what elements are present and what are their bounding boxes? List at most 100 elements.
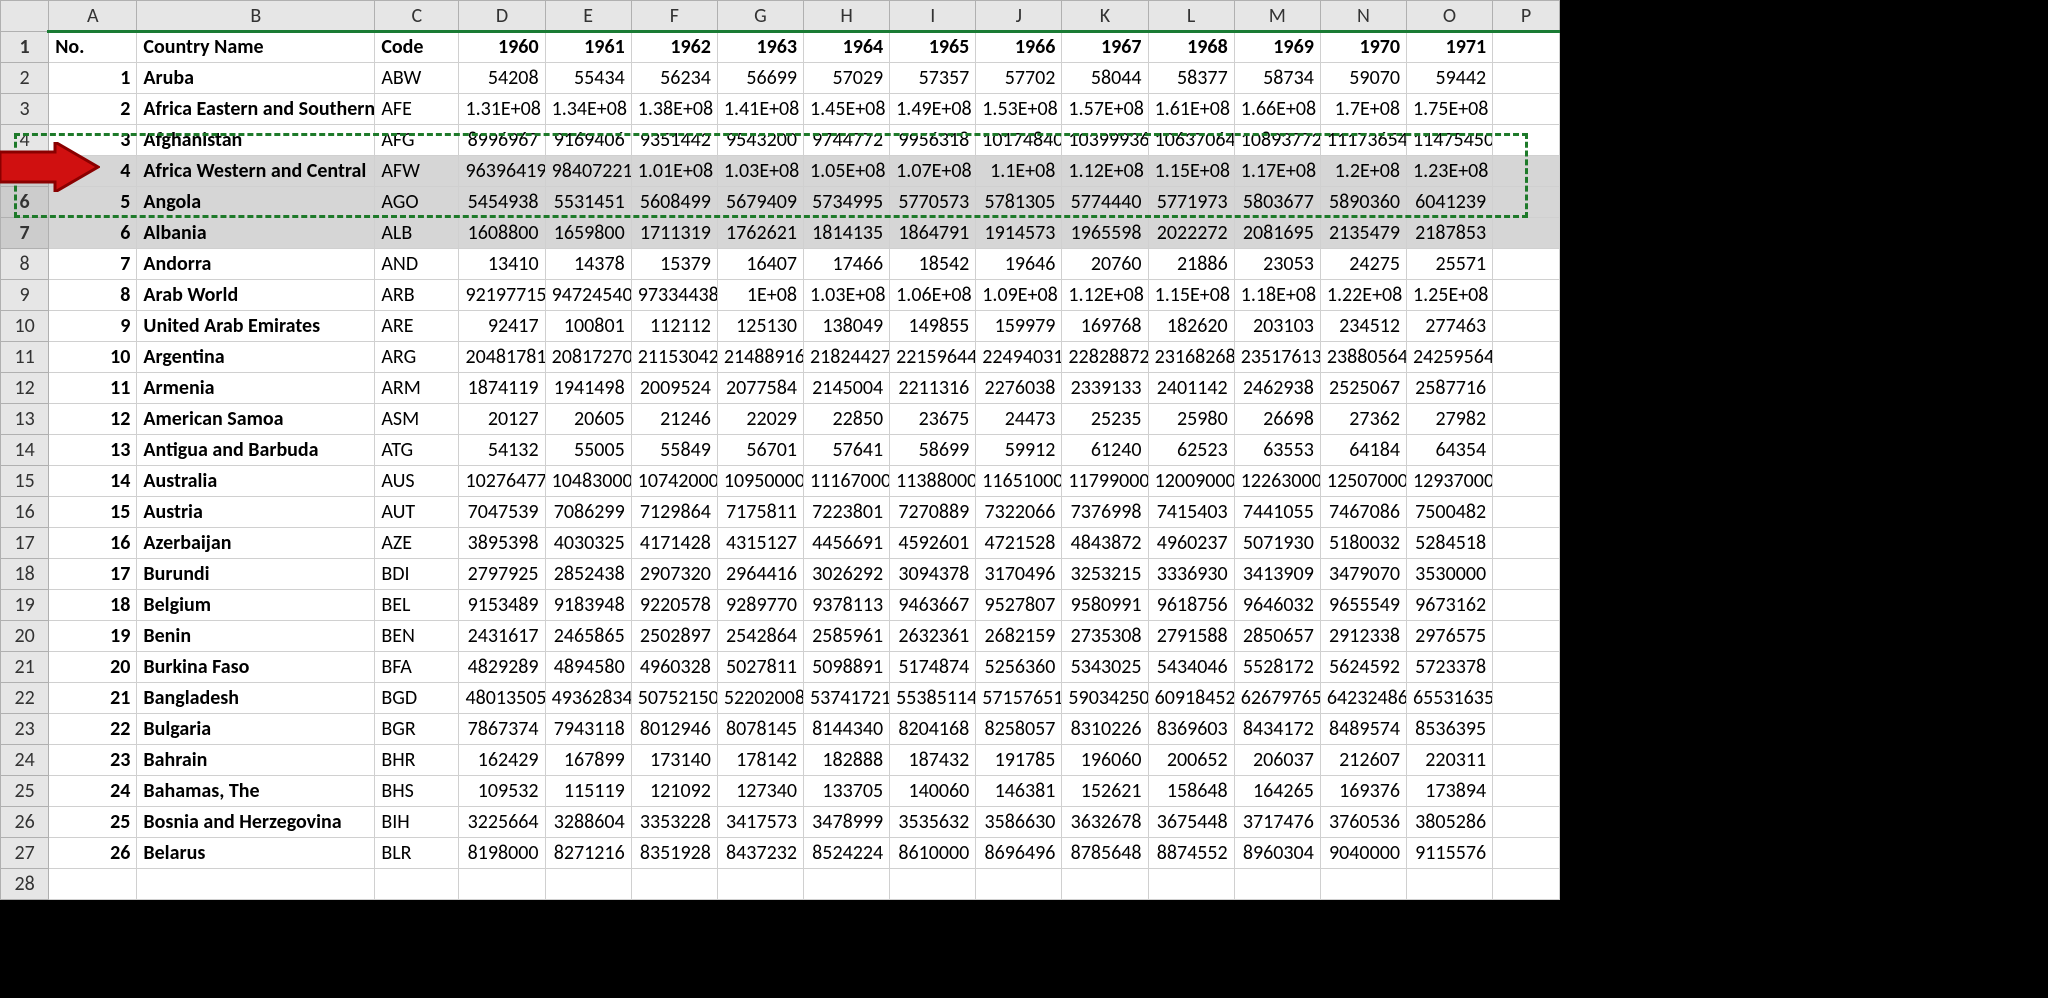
cell[interactable]: 5180032	[1320, 528, 1406, 559]
table-row[interactable]: 76AlbaniaALB1608800165980017113191762621…	[1, 218, 1560, 249]
cell[interactable]: 2145004	[804, 373, 890, 404]
cell[interactable]: 25980	[1148, 404, 1234, 435]
row-header[interactable]: 23	[1, 714, 49, 745]
cell[interactable]: 1.38E+08	[631, 94, 717, 125]
cell[interactable]: 2502897	[631, 621, 717, 652]
cell[interactable]: ASM	[375, 404, 459, 435]
cell[interactable]: 1.45E+08	[804, 94, 890, 125]
row-header[interactable]: 11	[1, 342, 49, 373]
cell[interactable]: 2339133	[1062, 373, 1148, 404]
cell[interactable]: 11388000	[890, 466, 976, 497]
cell[interactable]: BGD	[375, 683, 459, 714]
cell[interactable]: 1963	[717, 32, 803, 63]
cell[interactable]: Antigua and Barbuda	[137, 435, 375, 466]
column-header-B[interactable]: B	[137, 1, 375, 32]
cell[interactable]	[1493, 745, 1560, 776]
cell[interactable]: 2735308	[1062, 621, 1148, 652]
cell[interactable]	[1493, 466, 1560, 497]
cell[interactable]: BHS	[375, 776, 459, 807]
cell[interactable]: 1.1E+08	[976, 156, 1062, 187]
row-header[interactable]: 16	[1, 497, 49, 528]
cell[interactable]: 9527807	[976, 590, 1062, 621]
cell[interactable]: 3253215	[1062, 559, 1148, 590]
cell[interactable]: 58699	[890, 435, 976, 466]
cell[interactable]: 8960304	[1234, 838, 1320, 869]
cell[interactable]: 206037	[1234, 745, 1320, 776]
cell[interactable]: 20127	[459, 404, 545, 435]
cell[interactable]: 4030325	[545, 528, 631, 559]
cell[interactable]: 1814135	[804, 218, 890, 249]
column-header-O[interactable]: O	[1406, 1, 1492, 32]
cell[interactable]: 1.03E+08	[717, 156, 803, 187]
row-header[interactable]: 3	[1, 94, 49, 125]
cell[interactable]: 22828872	[1062, 342, 1148, 373]
cell[interactable]	[1493, 280, 1560, 311]
cell[interactable]: BEN	[375, 621, 459, 652]
cell[interactable]: 57157651	[976, 683, 1062, 714]
column-header-N[interactable]: N	[1320, 1, 1406, 32]
cell[interactable]: 22159644	[890, 342, 976, 373]
cell[interactable]: Burundi	[137, 559, 375, 590]
cell[interactable]: 1969	[1234, 32, 1320, 63]
cell[interactable]: Bahrain	[137, 745, 375, 776]
cell[interactable]: 23880564	[1320, 342, 1406, 373]
cell[interactable]: 4721528	[976, 528, 1062, 559]
cell[interactable]: AGO	[375, 187, 459, 218]
table-row[interactable]: 1918BelgiumBEL91534899183948922057892897…	[1, 590, 1560, 621]
cell[interactable]: 59070	[1320, 63, 1406, 94]
cell[interactable]: 25571	[1406, 249, 1492, 280]
cell[interactable]: 16407	[717, 249, 803, 280]
row-header[interactable]: 20	[1, 621, 49, 652]
cell[interactable]: 1.25E+08	[1406, 280, 1492, 311]
cell[interactable]: 10399936	[1062, 125, 1148, 156]
cell[interactable]	[1320, 869, 1406, 900]
cell[interactable]: Aruba	[137, 63, 375, 94]
cell[interactable]: 8198000	[459, 838, 545, 869]
cell[interactable]: 7500482	[1406, 497, 1492, 528]
cell[interactable]: 23168268	[1148, 342, 1234, 373]
cell[interactable]: 2009524	[631, 373, 717, 404]
row-header[interactable]: 14	[1, 435, 49, 466]
cell[interactable]: AFW	[375, 156, 459, 187]
cell[interactable]: Bahamas, The	[137, 776, 375, 807]
cell[interactable]: 112112	[631, 311, 717, 342]
cell[interactable]: 8078145	[717, 714, 803, 745]
cell[interactable]: 26698	[1234, 404, 1320, 435]
cell[interactable]: 48013505	[459, 683, 545, 714]
cell[interactable]: Belgium	[137, 590, 375, 621]
cell[interactable]: 50752150	[631, 683, 717, 714]
cell[interactable]: 10742000	[631, 466, 717, 497]
column-header-D[interactable]: D	[459, 1, 545, 32]
cell[interactable]	[49, 869, 137, 900]
cell[interactable]: 11475450	[1406, 125, 1492, 156]
cell[interactable]: 2465865	[545, 621, 631, 652]
cell[interactable]: 9	[49, 311, 137, 342]
cell[interactable]: 24	[49, 776, 137, 807]
cell[interactable]: 1.31E+08	[459, 94, 545, 125]
column-header-A[interactable]: A	[49, 1, 137, 32]
cell[interactable]: 56234	[631, 63, 717, 94]
cell[interactable]: 5343025	[1062, 652, 1148, 683]
cell[interactable]: 7175811	[717, 497, 803, 528]
cell[interactable]: 10950000	[717, 466, 803, 497]
cell[interactable]: 1.34E+08	[545, 94, 631, 125]
cell[interactable]: 1.18E+08	[1234, 280, 1320, 311]
cell[interactable]: 3805286	[1406, 807, 1492, 838]
cell[interactable]	[1493, 652, 1560, 683]
cell[interactable]: 27982	[1406, 404, 1492, 435]
cell[interactable]: 5723378	[1406, 652, 1492, 683]
cell[interactable]: 1941498	[545, 373, 631, 404]
cell[interactable]: 8	[49, 280, 137, 311]
cell[interactable]	[1493, 559, 1560, 590]
row-header[interactable]: 15	[1, 466, 49, 497]
cell[interactable]: 5890360	[1320, 187, 1406, 218]
cell[interactable]: 3170496	[976, 559, 1062, 590]
cell[interactable]: 115119	[545, 776, 631, 807]
cell[interactable]: 97334438	[631, 280, 717, 311]
cell[interactable]: 1.75E+08	[1406, 94, 1492, 125]
cell[interactable]: 5781305	[976, 187, 1062, 218]
cell[interactable]: 3479070	[1320, 559, 1406, 590]
table-row[interactable]: 2625Bosnia and HerzegovinaBIH32256643288…	[1, 807, 1560, 838]
cell[interactable]: 1965598	[1062, 218, 1148, 249]
cell[interactable]: 11173654	[1320, 125, 1406, 156]
